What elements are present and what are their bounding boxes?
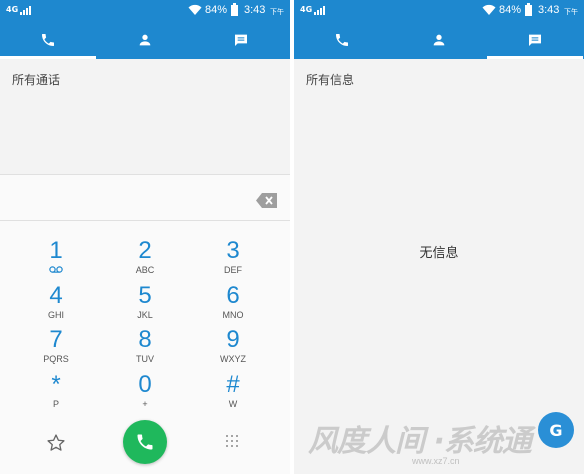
battery-icon bbox=[231, 3, 238, 16]
divider bbox=[0, 220, 290, 221]
dial-key-digit: * bbox=[51, 371, 61, 398]
tab-contacts[interactable] bbox=[391, 21, 487, 59]
backspace-icon[interactable] bbox=[256, 193, 278, 208]
signal-icon bbox=[20, 6, 32, 15]
battery-percent: 84% bbox=[499, 4, 522, 16]
clock-ampm: 下午 bbox=[564, 8, 578, 16]
dial-key-hash[interactable]: # W bbox=[198, 372, 268, 414]
status-bar: 4G 84% 3:43 下午 bbox=[0, 0, 290, 21]
dial-key-5[interactable]: 5 JKL bbox=[110, 283, 180, 325]
dial-key-digit: 6 bbox=[226, 282, 240, 309]
dial-key-star[interactable]: * P bbox=[21, 372, 91, 414]
dial-key-digit: # bbox=[226, 371, 240, 398]
wifi-icon bbox=[188, 4, 202, 15]
dialer-screen: 4G 84% 3:43 下午 所有通话 1 2 ABC 3 DEF 4 GHI 5 JKL 6 MN… bbox=[0, 0, 290, 474]
number-input[interactable] bbox=[0, 175, 290, 220]
dial-key-digit: 2 bbox=[138, 237, 152, 264]
clock: 3:43 bbox=[538, 4, 560, 16]
network-type: 4G bbox=[6, 5, 19, 14]
phone-icon bbox=[42, 34, 54, 46]
dial-key-1[interactable]: 1 bbox=[21, 238, 91, 280]
dial-key-letters: W bbox=[228, 399, 238, 409]
tab-contacts[interactable] bbox=[97, 21, 193, 59]
empty-state-text: 无信息 bbox=[419, 246, 459, 261]
clock: 3:43 bbox=[244, 4, 266, 16]
tab-messages[interactable] bbox=[487, 21, 583, 59]
dial-key-letters: MNO bbox=[222, 310, 244, 320]
battery-percent: 84% bbox=[205, 4, 228, 16]
dial-key-digit: 1 bbox=[49, 237, 63, 264]
dial-key-letters: ABC bbox=[135, 265, 155, 275]
dial-key-letters: JKL bbox=[137, 310, 153, 320]
battery-icon bbox=[525, 3, 532, 16]
all-messages-title: 所有信息 bbox=[306, 73, 355, 87]
signal-icon bbox=[314, 6, 326, 15]
tab-bar bbox=[0, 21, 290, 59]
clock-ampm: 下午 bbox=[270, 8, 284, 16]
voicemail-icon bbox=[49, 266, 63, 273]
dialpad-toggle-icon[interactable] bbox=[226, 435, 240, 449]
dial-key-8[interactable]: 8 TUV bbox=[110, 327, 180, 369]
watermark-url: www.xz7.cn bbox=[412, 456, 460, 466]
dial-key-9[interactable]: 9 WXYZ bbox=[198, 327, 268, 369]
dial-key-0[interactable]: 0 + bbox=[110, 372, 180, 414]
tab-phone[interactable] bbox=[0, 21, 96, 59]
dial-key-7[interactable]: 7 PQRS bbox=[21, 327, 91, 369]
tab-phone[interactable] bbox=[294, 21, 390, 59]
dial-key-letters: TUV bbox=[136, 354, 154, 364]
messages-icon bbox=[529, 34, 541, 46]
dial-key-2[interactable]: 2 ABC bbox=[110, 238, 180, 280]
contacts-icon bbox=[433, 34, 445, 46]
dial-key-3[interactable]: 3 DEF bbox=[198, 238, 268, 280]
dial-key-digit: 3 bbox=[226, 237, 240, 264]
dial-key-letters: GHI bbox=[47, 310, 64, 320]
call-button[interactable] bbox=[123, 420, 167, 464]
network-type: 4G bbox=[300, 5, 313, 14]
dial-key-4[interactable]: 4 GHI bbox=[21, 283, 91, 325]
dial-key-digit: 8 bbox=[138, 326, 152, 353]
tab-messages[interactable] bbox=[193, 21, 289, 59]
dial-key-digit: 4 bbox=[49, 282, 63, 309]
tab-bar bbox=[294, 21, 584, 59]
phone-icon bbox=[137, 434, 153, 450]
dial-key-digit: 0 bbox=[138, 371, 152, 398]
dial-key-digit: 9 bbox=[226, 326, 240, 353]
dial-key-letters: + bbox=[142, 399, 148, 409]
status-bar: 4G 84% 3:43 下午 bbox=[294, 0, 584, 21]
dial-key-letters: WXYZ bbox=[220, 354, 246, 364]
messages-icon bbox=[235, 34, 247, 46]
watermark: 风度人间 ·系统通 www.xz7.cn G bbox=[300, 410, 584, 474]
dial-key-digit: 5 bbox=[138, 282, 152, 309]
messages-screen: 4G 84% 3:43 下午 所有信息 无信息 bbox=[294, 0, 584, 474]
dial-key-6[interactable]: 6 MNO bbox=[198, 283, 268, 325]
dial-key-digit: 7 bbox=[49, 326, 63, 353]
dial-key-letters: DEF bbox=[224, 265, 242, 275]
all-calls-title: 所有通话 bbox=[12, 73, 61, 87]
watermark-logo: G bbox=[538, 412, 574, 448]
dial-key-letters: P bbox=[52, 399, 59, 409]
phone-icon bbox=[336, 34, 348, 46]
dial-key-letters: PQRS bbox=[43, 354, 69, 364]
wifi-icon bbox=[482, 4, 496, 15]
favorites-star-icon[interactable] bbox=[46, 433, 66, 453]
contacts-icon bbox=[139, 34, 151, 46]
watermark-text: 风度人间 ·系统通 bbox=[308, 424, 532, 459]
